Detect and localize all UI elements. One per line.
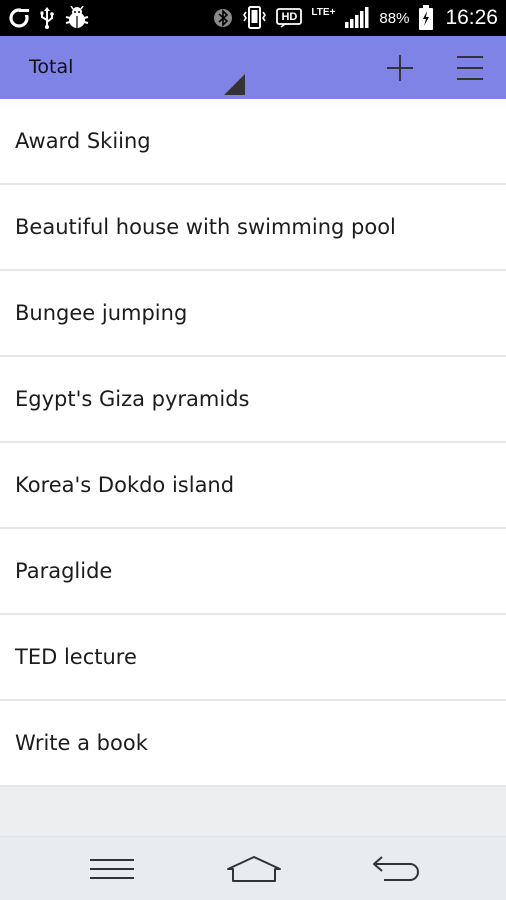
- list-item-label: Beautiful house with swimming pool: [15, 215, 396, 239]
- list-item[interactable]: Write a book: [0, 701, 506, 787]
- lte-label: LTE+: [311, 7, 336, 18]
- list-item[interactable]: Award Skiing: [0, 99, 506, 185]
- signal-icon: [344, 6, 370, 30]
- nav-home-button[interactable]: [209, 837, 299, 900]
- back-icon: [373, 856, 419, 881]
- clock-time: 16:26: [445, 6, 498, 29]
- add-item-button[interactable]: [373, 36, 427, 99]
- battery-icon: [418, 5, 434, 30]
- nav-menu-button[interactable]: [67, 837, 157, 900]
- plus-icon: [387, 54, 413, 81]
- hd-label: HD: [281, 10, 298, 23]
- android-debug-icon: [64, 6, 90, 30]
- overflow-menu-button[interactable]: [443, 36, 497, 99]
- status-bar-left: [8, 6, 90, 30]
- system-navigation-bar: [0, 836, 506, 900]
- list-item-label: Write a book: [15, 731, 148, 755]
- hamburger-menu-icon: [457, 55, 483, 80]
- list-item[interactable]: Paraglide: [0, 529, 506, 615]
- status-bar: HD LTE+ 88% 16:26: [0, 0, 506, 36]
- list-item-label: Paraglide: [15, 559, 113, 583]
- list-item[interactable]: Beautiful house with swimming pool: [0, 185, 506, 271]
- list-item-label: Korea's Dokdo island: [15, 473, 235, 497]
- usb-icon: [39, 6, 55, 30]
- nav-back-button[interactable]: [351, 837, 441, 900]
- list-item[interactable]: Egypt's Giza pyramids: [0, 357, 506, 443]
- list-item-label: Bungee jumping: [15, 301, 188, 325]
- battery-percent: 88%: [379, 9, 410, 27]
- o-logo-icon: [8, 6, 30, 30]
- list-item[interactable]: Bungee jumping: [0, 271, 506, 357]
- category-selector-title[interactable]: Total: [29, 36, 73, 99]
- app-screen: HD LTE+ 88% 16:26 Total Award Skiing Bea…: [0, 0, 506, 900]
- menu-icon: [90, 859, 134, 879]
- list-item-label: Egypt's Giza pyramids: [15, 387, 250, 411]
- list-item[interactable]: Korea's Dokdo island: [0, 443, 506, 529]
- status-bar-right: HD LTE+ 88% 16:26: [214, 5, 498, 30]
- home-icon: [227, 856, 281, 882]
- bucket-list: Award Skiing Beautiful house with swimmi…: [0, 99, 506, 787]
- list-item-label: Award Skiing: [15, 129, 151, 153]
- list-item-label: TED lecture: [15, 645, 137, 669]
- dropdown-triangle-icon[interactable]: [224, 74, 245, 95]
- app-header: Total: [0, 36, 506, 99]
- list-item[interactable]: TED lecture: [0, 615, 506, 701]
- bluetooth-icon: [214, 6, 233, 30]
- hd-voice-icon: HD: [276, 6, 303, 30]
- lte-icon: LTE+: [311, 6, 335, 30]
- vibrate-icon: [241, 6, 267, 30]
